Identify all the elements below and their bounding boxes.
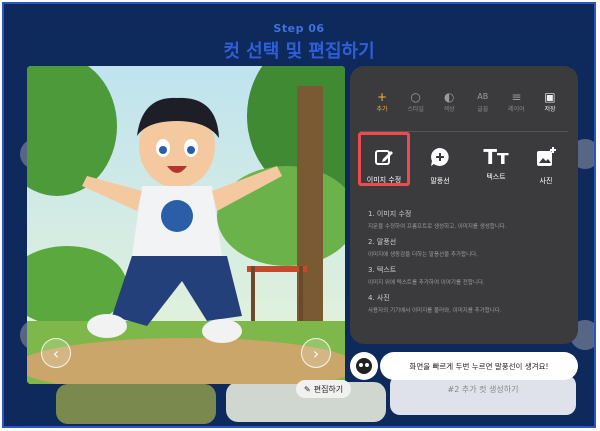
tab-label: 저장 xyxy=(544,106,556,113)
tab-color[interactable]: ◐ 색상 xyxy=(435,90,463,113)
description-title: 4. 사진 xyxy=(368,294,390,302)
chat-outline-icon: ○ xyxy=(410,90,421,104)
edit-image-icon xyxy=(375,150,393,165)
edit-image-tool-button[interactable]: 이미지 수정 xyxy=(358,132,410,186)
add-cut-label: #2 추가 컷 생성하기 xyxy=(447,385,519,394)
next-arrow-button[interactable]: › xyxy=(301,338,331,368)
tab-add[interactable]: + 추가 xyxy=(368,90,396,113)
tab-layer[interactable]: ≡ 레이어 xyxy=(502,90,530,113)
layers-icon: ≡ xyxy=(511,90,522,104)
tab-label: 색상 xyxy=(443,106,455,113)
add-cut-card[interactable] xyxy=(390,375,576,415)
tab-label: 추가 xyxy=(376,106,388,113)
description-title: 3. 텍스트 xyxy=(368,266,397,274)
tool-label: 사진 xyxy=(539,177,553,185)
tab-save[interactable]: ▣ 저장 xyxy=(536,90,564,113)
previous-arrow-button[interactable]: ‹ xyxy=(41,338,71,368)
tab-label: 레이어 xyxy=(508,106,525,113)
photo-add-icon xyxy=(537,147,556,166)
speech-bubble-plus-icon xyxy=(431,148,449,166)
tool-buttons: 이미지 수정 말풍선 Tт 텍스트 사진 xyxy=(358,132,570,188)
description-title: 1. 이미지 수정 xyxy=(368,210,412,218)
mascot-icon xyxy=(356,358,372,374)
tool-label: 텍스트 xyxy=(486,173,506,181)
speech-bubble-tool-button[interactable]: 말풍선 xyxy=(414,146,466,186)
tab-label: 글꼴 xyxy=(477,106,489,113)
mascot-avatar xyxy=(350,352,378,380)
text-tool-button[interactable]: Tт 텍스트 xyxy=(470,146,522,182)
pencil-icon: ✎ xyxy=(304,384,311,394)
font-icon: AB xyxy=(477,92,489,101)
tab-font[interactable]: AB 글꼴 xyxy=(469,90,497,113)
tab-style[interactable]: ○ 스타일 xyxy=(402,90,430,113)
step-label: Step 06 xyxy=(273,22,325,35)
save-icon: ▣ xyxy=(544,90,556,104)
page-title: 컷 선택 및 편집하기 xyxy=(223,41,375,62)
tool-label: 이미지 수정 xyxy=(366,176,402,184)
edit-button[interactable]: ✎ 편집하기 xyxy=(296,380,352,398)
edit-tool-panel: + 추가 ○ 스타일 ◐ 색상 AB 글꼴 ≡ 레이어 ▣ 저장 이미지 수정 … xyxy=(350,66,578,344)
description-text: 이미지에 생동감을 더하는 말풍선을 추가합니다. xyxy=(368,252,478,258)
selected-cut-image[interactable]: ‹ › xyxy=(27,66,345,384)
edit-button-label: 편집하기 xyxy=(313,384,344,394)
tool-tabs: + 추가 ○ 스타일 ◐ 색상 AB 글꼴 ≡ 레이어 ▣ 저장 xyxy=(368,90,564,113)
description-title: 2. 말풍선 xyxy=(368,238,397,246)
boy-illustration xyxy=(27,66,345,384)
tool-descriptions: 1. 이미지 수정 지문을 수정하여 프롬프트로 생성하고, 이미지를 생성합니… xyxy=(368,202,568,314)
plus-icon: + xyxy=(376,90,388,104)
tab-label: 스타일 xyxy=(407,106,424,113)
description-text: 지문을 수정하여 프롬프트로 생성하고, 이미지를 생성합니다. xyxy=(368,224,507,230)
photo-tool-button[interactable]: 사진 xyxy=(520,146,572,186)
tip-bubble: 화면을 빠르게 두번 누르면 말풍선이 생겨요! xyxy=(380,352,578,380)
palette-icon: ◐ xyxy=(443,90,455,104)
background-card-left xyxy=(56,384,216,424)
tool-label: 말풍선 xyxy=(430,177,450,185)
description-text: 사용자의 기기에서 이미지를 불러와, 이미지를 추가합니다. xyxy=(368,308,502,314)
text-icon: Tт xyxy=(483,145,509,169)
description-text: 이미지 위에 텍스트를 추가하여 이야기를 전합니다. xyxy=(368,280,485,286)
